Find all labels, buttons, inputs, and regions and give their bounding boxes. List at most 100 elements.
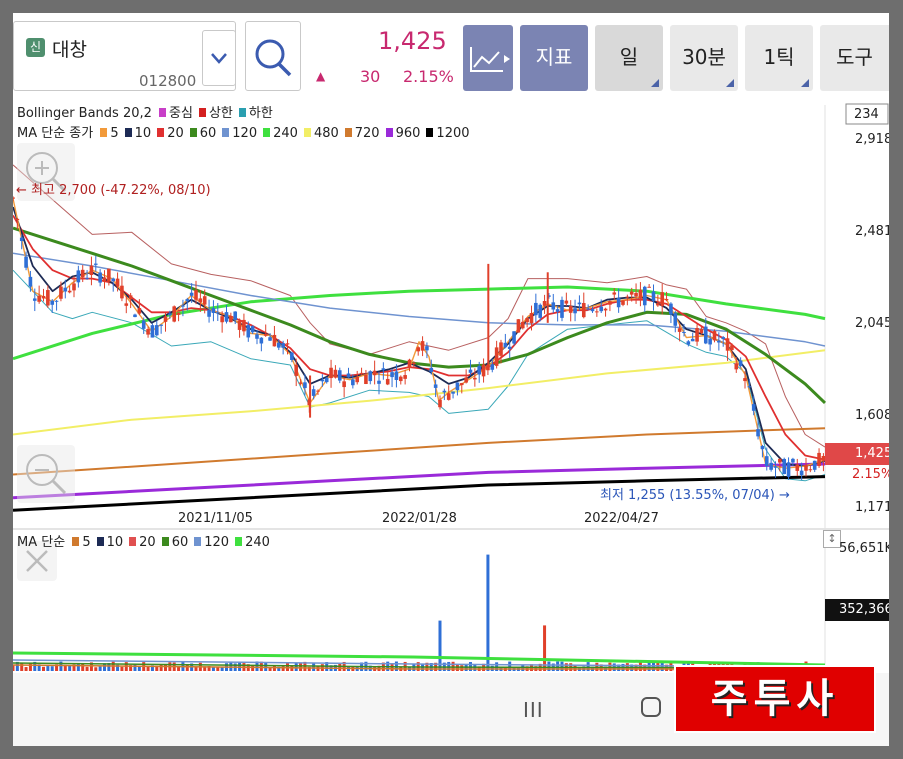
candle-body xyxy=(573,308,577,314)
candle-body xyxy=(46,290,50,306)
candle-body xyxy=(115,278,120,287)
candle-body xyxy=(189,292,194,296)
price-tag: 1,425 xyxy=(855,446,889,461)
vol-legend-10: 10 xyxy=(96,535,127,550)
ma-legend-prefix: MA 단순 종가 xyxy=(17,126,94,141)
candle-body xyxy=(542,301,547,306)
candle-body xyxy=(54,300,59,302)
candle-body xyxy=(664,298,669,301)
volume-bar xyxy=(146,666,150,671)
volume-bar xyxy=(50,666,54,671)
candle-body xyxy=(821,456,826,461)
legend-swatch xyxy=(303,128,311,137)
candle-body xyxy=(346,373,351,378)
candle-body xyxy=(63,287,68,292)
candle-body xyxy=(290,352,294,360)
volume-bar xyxy=(294,662,298,671)
volume-bar xyxy=(299,662,303,671)
legend-label: 240 xyxy=(273,126,298,141)
candle-body xyxy=(377,380,381,384)
candle-body xyxy=(651,291,656,302)
candle-body xyxy=(442,390,447,393)
candle-body xyxy=(24,256,28,268)
candle-body xyxy=(381,368,386,371)
candle-body xyxy=(15,218,20,221)
legend-label: 하한 xyxy=(248,106,273,121)
candle-body xyxy=(503,342,508,348)
candle-body xyxy=(656,303,660,306)
candle-body xyxy=(420,341,425,351)
candle-body xyxy=(660,292,665,306)
x-axis-label: 2022/04/27 xyxy=(584,511,659,526)
legend-swatch xyxy=(235,537,243,546)
candle-body xyxy=(817,452,821,466)
legend-swatch xyxy=(238,108,246,117)
candle-body xyxy=(608,301,612,305)
candle-body xyxy=(185,299,190,302)
candle-body xyxy=(459,383,464,386)
candle-body xyxy=(773,466,778,468)
candle-body xyxy=(80,269,85,278)
candle-body xyxy=(137,308,142,314)
vol-legend-items: 5 10 20 60 120 240 xyxy=(72,535,276,550)
candle-body xyxy=(560,299,564,318)
ma-legend: MA 단순 종가 5 10 20 60 120 240 480 720 960 1200 xyxy=(17,122,479,141)
candle-body xyxy=(686,341,691,345)
candle-body xyxy=(695,328,699,342)
vol-legend-5: 5 xyxy=(72,535,93,550)
candle-body xyxy=(703,326,708,344)
candle-body xyxy=(50,300,55,305)
legend-swatch xyxy=(198,108,206,117)
candle-body xyxy=(390,372,394,378)
bb-legend-하한: 하한 xyxy=(238,106,276,121)
candle-body xyxy=(690,338,695,342)
ma-legend-480: 480 xyxy=(303,126,342,141)
candle-body xyxy=(320,379,325,382)
watermark-logo: 주투사 xyxy=(674,665,876,733)
candle-body xyxy=(128,295,133,300)
candle-body xyxy=(743,378,747,382)
candle-body xyxy=(333,369,338,378)
candle-body xyxy=(37,295,41,302)
candle-body xyxy=(198,298,203,303)
candle-body xyxy=(246,325,251,338)
bb-legend-상한: 상한 xyxy=(198,106,236,121)
zoom-out-button[interactable] xyxy=(17,445,75,503)
candle-body xyxy=(59,286,63,299)
candle-body xyxy=(19,237,24,242)
candle-body xyxy=(568,306,573,313)
candle-body xyxy=(364,374,368,385)
candle-body xyxy=(67,290,72,293)
volume-bar xyxy=(46,666,50,671)
home-icon[interactable] xyxy=(641,697,661,717)
candle-body xyxy=(764,456,769,467)
candle-body xyxy=(316,390,320,392)
candle-body xyxy=(791,458,795,463)
candle-body xyxy=(215,312,220,314)
vol-legend-prefix: MA 단순 xyxy=(17,535,66,550)
volume-legend: MA 단순 5 10 20 60 120 240 xyxy=(17,531,279,550)
recent-apps-icon[interactable]: III xyxy=(523,698,544,722)
candle-body xyxy=(107,268,111,282)
bb-legend-prefix: Bollinger Bands 20,2 xyxy=(17,106,152,121)
candle-body xyxy=(311,389,316,396)
volume-bar xyxy=(68,665,72,671)
axis-label: 1,608 xyxy=(855,408,889,423)
low-annotation: 최저 1,255 (13.55%, 07/04) → xyxy=(600,488,790,503)
candle-body xyxy=(111,278,116,282)
candle-body xyxy=(725,338,730,351)
candle-body xyxy=(233,311,238,320)
volume-bar xyxy=(455,664,459,671)
pct-tag: 2.15% xyxy=(852,467,889,482)
candle-body xyxy=(211,308,216,314)
volume-bar xyxy=(24,667,28,671)
candle-body xyxy=(194,290,198,300)
candle-body xyxy=(255,334,259,339)
candle-body xyxy=(721,337,726,340)
legend-label: 10 xyxy=(106,535,124,550)
candle-body xyxy=(351,379,355,386)
candle-body xyxy=(207,309,211,317)
candle-body xyxy=(481,364,486,377)
candle-body xyxy=(564,300,569,304)
legend-label: 20 xyxy=(167,126,184,141)
